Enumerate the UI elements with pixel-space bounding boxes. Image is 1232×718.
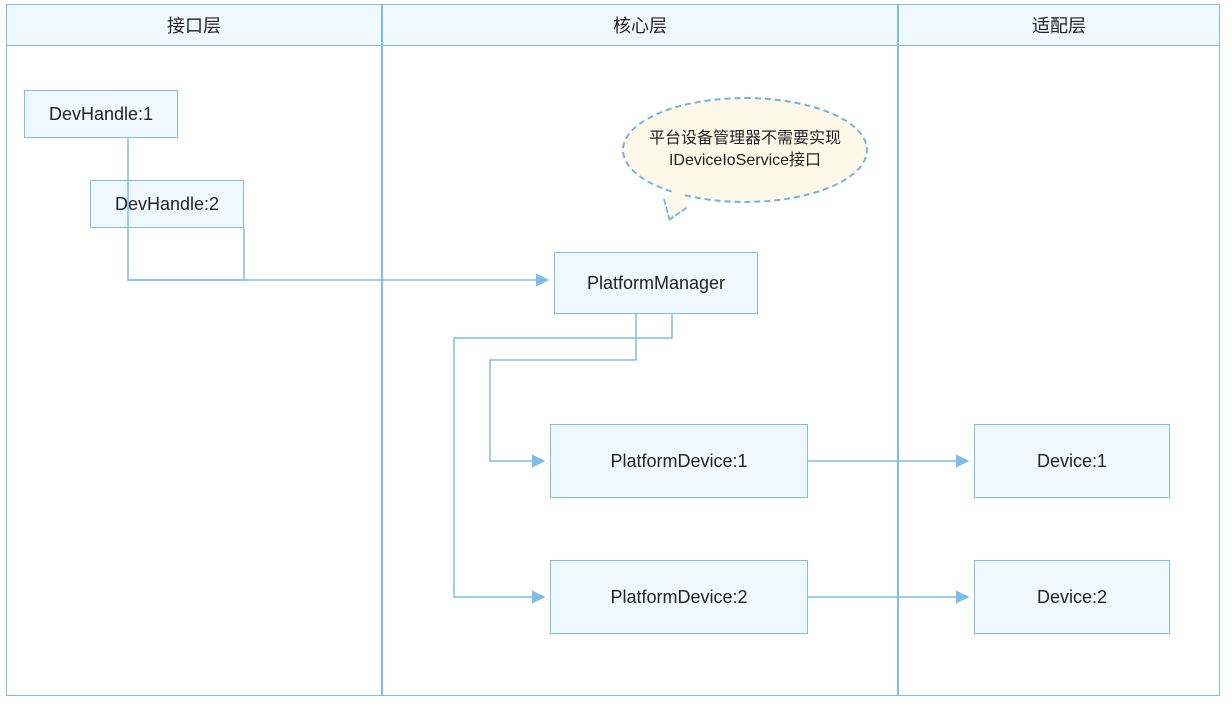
callout-bubble: 平台设备管理器不需要实现IDeviceIoService接口 bbox=[622, 97, 868, 203]
box-devhandle-2-label: DevHandle:2 bbox=[115, 194, 219, 215]
column-header-interface: 接口层 bbox=[6, 4, 382, 46]
column-header-adapter: 适配层 bbox=[898, 4, 1220, 46]
box-device-2: Device:2 bbox=[974, 560, 1170, 634]
column-header-core: 核心层 bbox=[382, 4, 898, 46]
box-platform-device-1: PlatformDevice:1 bbox=[550, 424, 808, 498]
box-platform-device-1-label: PlatformDevice:1 bbox=[610, 451, 747, 472]
box-devhandle-2: DevHandle:2 bbox=[90, 180, 244, 228]
column-header-core-label: 核心层 bbox=[613, 12, 667, 38]
box-devhandle-1-label: DevHandle:1 bbox=[49, 104, 153, 125]
box-device-2-label: Device:2 bbox=[1037, 587, 1107, 608]
box-device-1: Device:1 bbox=[974, 424, 1170, 498]
column-header-adapter-label: 适配层 bbox=[1032, 12, 1086, 38]
box-devhandle-1: DevHandle:1 bbox=[24, 90, 178, 138]
box-platform-device-2: PlatformDevice:2 bbox=[550, 560, 808, 634]
box-platform-manager-label: PlatformManager bbox=[587, 273, 725, 294]
box-device-1-label: Device:1 bbox=[1037, 451, 1107, 472]
box-platform-manager: PlatformManager bbox=[554, 252, 758, 314]
column-body-interface bbox=[6, 46, 382, 696]
architecture-diagram: 接口层 核心层 适配层 DevHandle:1 DevHandle:2 Plat… bbox=[0, 0, 1232, 718]
box-platform-device-2-label: PlatformDevice:2 bbox=[610, 587, 747, 608]
column-header-interface-label: 接口层 bbox=[167, 12, 221, 38]
callout-text: 平台设备管理器不需要实现IDeviceIoService接口 bbox=[648, 128, 842, 173]
